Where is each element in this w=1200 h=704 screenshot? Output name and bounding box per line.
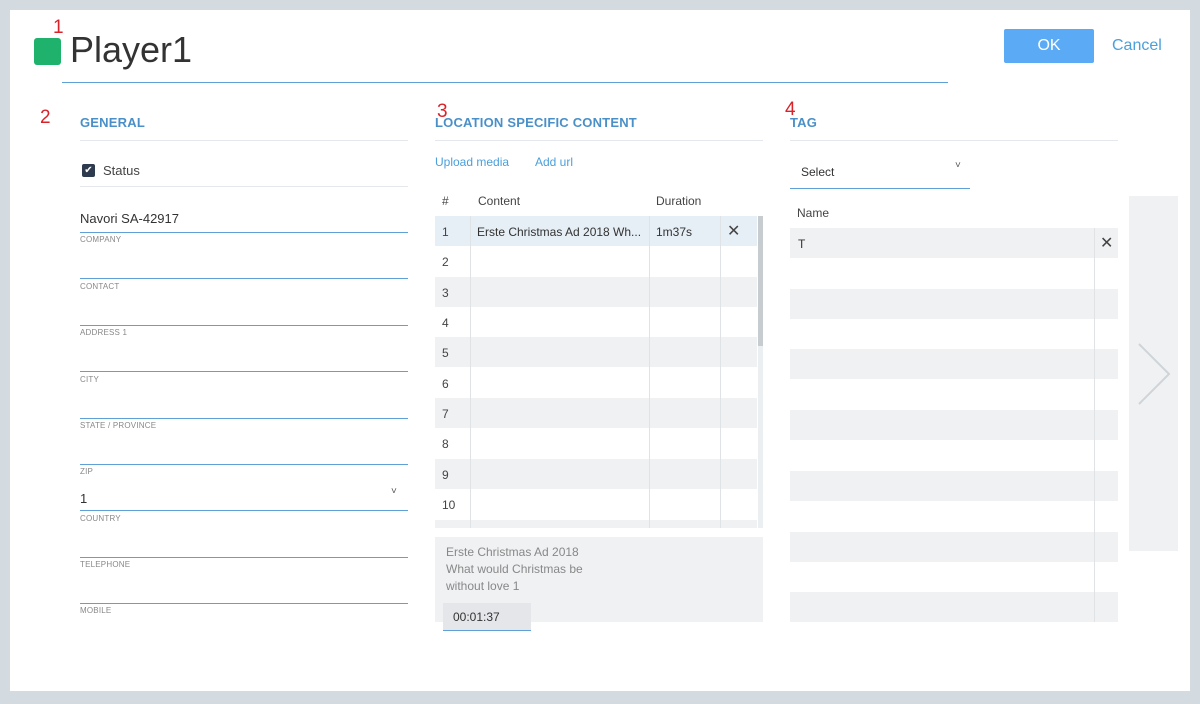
content-scrollbar-thumb[interactable] bbox=[758, 216, 763, 346]
annotation-2: 2 bbox=[40, 107, 51, 128]
country-select[interactable]: 1 bbox=[80, 491, 87, 506]
general-heading: GENERAL bbox=[80, 115, 145, 130]
table-row[interactable]: 7 bbox=[435, 398, 757, 428]
close-icon[interactable]: ✕ bbox=[727, 221, 740, 241]
tag-row[interactable] bbox=[790, 289, 1118, 319]
company-underline bbox=[80, 232, 408, 233]
mobile-label: MOBILE bbox=[80, 606, 112, 615]
column-divider bbox=[1094, 228, 1095, 622]
content-heading: LOCATION SPECIFIC CONTENT bbox=[435, 115, 637, 130]
tag-row[interactable] bbox=[790, 440, 1118, 470]
row-number: 8 bbox=[442, 437, 449, 451]
content-detail-text: Erste Christmas Ad 2018 What would Chris… bbox=[446, 545, 583, 593]
tag-row[interactable]: T ✕ bbox=[790, 228, 1118, 258]
state-field[interactable] bbox=[80, 418, 408, 419]
table-row[interactable]: 2 bbox=[435, 246, 757, 276]
row-number: 7 bbox=[442, 407, 449, 421]
ok-button[interactable]: OK bbox=[1004, 29, 1094, 63]
duration-value: 00:01:37 bbox=[453, 610, 500, 624]
next-page-button[interactable] bbox=[1129, 196, 1178, 551]
close-icon[interactable]: ✕ bbox=[1100, 233, 1113, 253]
tag-row[interactable] bbox=[790, 258, 1118, 288]
country-underline bbox=[80, 510, 408, 511]
tag-row[interactable] bbox=[790, 532, 1118, 562]
chevron-right-icon bbox=[1138, 343, 1171, 405]
row-number: 3 bbox=[442, 286, 449, 300]
table-row[interactable]: 4 bbox=[435, 307, 757, 337]
tag-table: T ✕ bbox=[790, 228, 1118, 622]
content-table: 1 Erste Christmas Ad 2018 Wh... 1m37s ✕ … bbox=[435, 216, 757, 528]
content-heading-rule bbox=[435, 140, 763, 141]
row-number: 5 bbox=[442, 346, 449, 360]
row-number: 1 bbox=[442, 225, 449, 239]
tag-row[interactable] bbox=[790, 319, 1118, 349]
chevron-down-icon[interactable]: ˅ bbox=[955, 160, 961, 171]
status-rule bbox=[80, 186, 408, 187]
tag-row[interactable] bbox=[790, 410, 1118, 440]
zip-label: ZIP bbox=[80, 467, 94, 476]
status-checkbox[interactable]: ✔ bbox=[82, 164, 95, 177]
country-label: COUNTRY bbox=[80, 514, 121, 523]
tag-row[interactable] bbox=[790, 471, 1118, 501]
tag-select-value: Select bbox=[801, 165, 835, 179]
company-label: COMPANY bbox=[80, 235, 122, 244]
tag-name: T bbox=[798, 237, 806, 251]
tag-row[interactable] bbox=[790, 349, 1118, 379]
table-row[interactable] bbox=[435, 520, 757, 528]
column-divider bbox=[649, 216, 650, 528]
table-row[interactable]: 10 bbox=[435, 489, 757, 519]
tag-row[interactable] bbox=[790, 592, 1118, 622]
row-number: 10 bbox=[442, 498, 456, 512]
row-number: 4 bbox=[442, 316, 449, 330]
cancel-button[interactable]: Cancel bbox=[1104, 29, 1170, 63]
tag-row[interactable] bbox=[790, 562, 1118, 592]
tag-name-header: Name bbox=[797, 206, 830, 220]
company-field[interactable]: Navori SA-42917 bbox=[80, 211, 179, 226]
telephone-field[interactable] bbox=[80, 557, 408, 558]
row-number: 2 bbox=[442, 255, 449, 269]
table-row[interactable]: 8 bbox=[435, 428, 757, 458]
title-underline bbox=[62, 82, 948, 83]
row-content: Erste Christmas Ad 2018 Wh... bbox=[477, 225, 642, 239]
annotation-1: 1 bbox=[53, 17, 64, 38]
row-number: 6 bbox=[442, 377, 449, 391]
column-header-duration: Duration bbox=[656, 194, 702, 208]
status-label: Status bbox=[103, 163, 140, 178]
table-row[interactable]: 5 bbox=[435, 337, 757, 367]
row-duration: 1m37s bbox=[656, 225, 693, 239]
general-heading-rule bbox=[80, 140, 408, 141]
status-indicator-icon bbox=[34, 38, 61, 65]
contact-label: CONTACT bbox=[80, 282, 120, 291]
city-label: CITY bbox=[80, 375, 100, 384]
upload-media-link[interactable]: Upload media bbox=[435, 155, 509, 169]
address1-field[interactable] bbox=[80, 325, 408, 326]
table-row[interactable]: 1 Erste Christmas Ad 2018 Wh... 1m37s ✕ bbox=[435, 216, 757, 246]
table-row[interactable]: 3 bbox=[435, 277, 757, 307]
city-field[interactable] bbox=[80, 371, 408, 372]
column-header-number: # bbox=[442, 194, 449, 208]
table-row[interactable]: 6 bbox=[435, 368, 757, 398]
telephone-label: TELEPHONE bbox=[80, 560, 131, 569]
column-divider bbox=[470, 216, 471, 528]
state-label: STATE / PROVINCE bbox=[80, 421, 157, 430]
chevron-down-icon[interactable]: ˅ bbox=[391, 486, 397, 497]
add-url-link[interactable]: Add url bbox=[535, 155, 573, 169]
column-divider bbox=[720, 216, 721, 528]
row-number: 9 bbox=[442, 468, 449, 482]
address1-label: ADDRESS 1 bbox=[80, 328, 128, 337]
mobile-field[interactable] bbox=[80, 603, 408, 604]
tag-row[interactable] bbox=[790, 380, 1118, 410]
zip-field[interactable] bbox=[80, 464, 408, 465]
page-title[interactable]: Player1 bbox=[70, 28, 192, 71]
tag-heading: TAG bbox=[790, 115, 818, 130]
column-header-content: Content bbox=[478, 194, 521, 208]
table-row[interactable]: 9 bbox=[435, 459, 757, 489]
tag-row[interactable] bbox=[790, 501, 1118, 531]
tag-heading-rule bbox=[790, 140, 1118, 141]
contact-field[interactable] bbox=[80, 278, 408, 279]
